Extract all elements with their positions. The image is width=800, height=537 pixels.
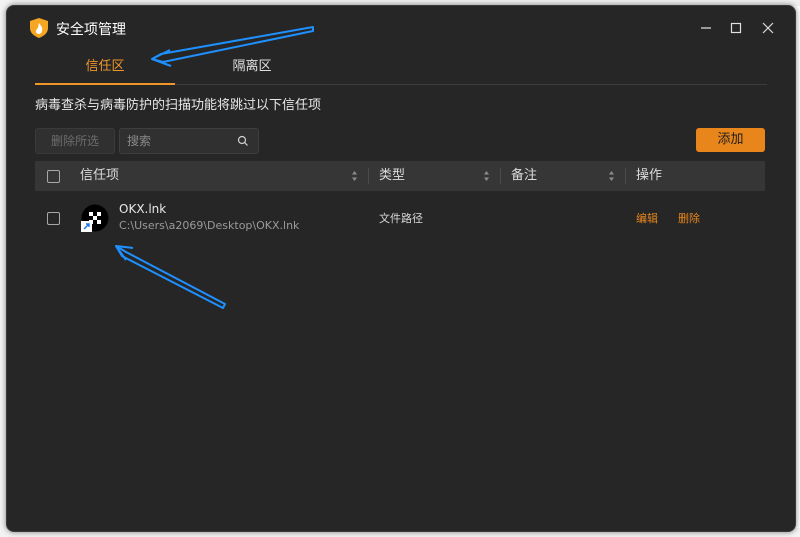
trusted-item-type: 文件路径 [379,212,423,225]
sort-icon[interactable] [608,170,615,182]
column-header-type: 类型 [379,168,406,183]
tab-trusted-zone[interactable]: 信任区 [35,54,175,85]
okx-shortcut-file-icon [81,204,109,232]
trusted-item-path: C:\Users\a2069\Desktop\OKX.lnk [119,219,300,232]
delete-selected-button[interactable]: 删除所选 [35,128,115,154]
column-header-note: 备注 [511,168,538,183]
minimize-button[interactable] [694,16,718,40]
sort-icon[interactable] [351,170,358,182]
column-header-trusted-item: 信任项 [80,168,120,183]
maximize-button[interactable] [724,16,748,40]
add-button[interactable]: 添加 [696,128,765,152]
column-divider [500,168,501,184]
table-header: 信任项 类型 备注 操作 [35,161,765,191]
maximize-icon [730,22,742,34]
window-title: 安全项管理 [56,22,126,38]
table-row: OKX.lnk C:\Users\a2069\Desktop\OKX.lnk 文… [35,194,765,242]
trusted-zone-description: 病毒查杀与病毒防护的扫描功能将跳过以下信任项 [35,98,322,113]
row-checkbox[interactable] [47,212,60,225]
select-all-checkbox[interactable] [47,170,60,183]
shield-flame-logo-icon [30,18,48,38]
close-icon [762,22,774,34]
close-button[interactable] [756,16,780,40]
search-input[interactable] [127,129,227,153]
column-divider [625,168,626,184]
minimize-icon [701,27,711,29]
sort-icon[interactable] [483,170,490,182]
column-header-actions: 操作 [636,168,663,183]
column-divider [368,168,369,184]
edit-link[interactable]: 编辑 [636,210,658,226]
search-box [119,128,259,154]
security-items-window: 安全项管理 信任区 隔离区 病毒查杀与病毒防护的扫描功能将跳过以下信任项 删除所… [6,5,796,532]
search-icon[interactable] [237,135,249,147]
tab-quarantine-zone[interactable]: 隔离区 [182,54,322,83]
delete-link[interactable]: 删除 [678,210,700,226]
tab-bar: 信任区 隔离区 [35,54,767,85]
title-bar: 安全项管理 [7,6,795,50]
trusted-item-name: OKX.lnk [119,202,167,216]
